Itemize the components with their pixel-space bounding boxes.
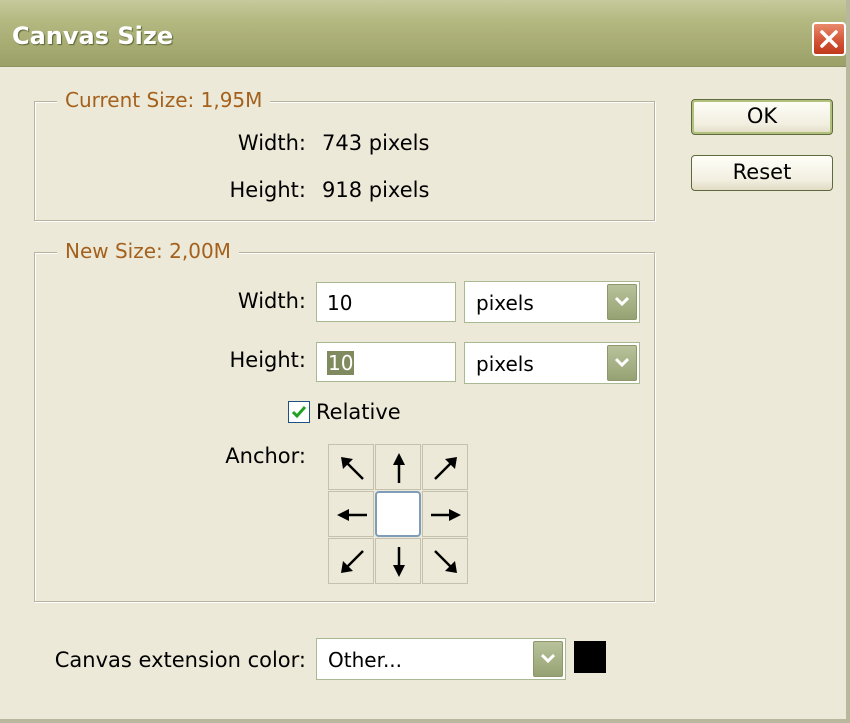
anchor-label: Anchor: bbox=[225, 444, 306, 468]
current-height-label: Height: bbox=[229, 178, 307, 202]
canvas-size-dialog: Canvas Size Current Size: 1,95M Width: 7… bbox=[0, 0, 850, 723]
arrow-left-icon[interactable] bbox=[328, 491, 374, 537]
current-size-legend: Current Size: 1,95M bbox=[57, 88, 271, 112]
current-height-value: 918 pixels bbox=[322, 178, 430, 202]
extension-color-label: Canvas extension color: bbox=[54, 648, 306, 672]
new-size-legend: New Size: 2,00M bbox=[57, 239, 239, 263]
width-unit-select[interactable]: pixels bbox=[464, 281, 640, 323]
chevron-down-icon[interactable] bbox=[607, 284, 637, 320]
close-icon bbox=[820, 30, 838, 48]
arrow-down-right-icon[interactable] bbox=[422, 538, 468, 584]
chevron-down-icon[interactable] bbox=[607, 345, 637, 381]
new-width-label: Width: bbox=[237, 289, 306, 313]
current-size-group: Current Size: 1,95M bbox=[34, 88, 655, 221]
arrow-up-right-icon[interactable] bbox=[422, 444, 468, 490]
current-width-label: Width: bbox=[237, 131, 306, 155]
title-bar[interactable]: Canvas Size bbox=[0, 0, 846, 67]
extension-color-select[interactable]: Other... bbox=[316, 638, 566, 680]
arrow-up-left-icon[interactable] bbox=[328, 444, 374, 490]
extension-color-value: Other... bbox=[328, 648, 403, 672]
width-unit-value: pixels bbox=[476, 291, 534, 315]
width-input[interactable]: 10 bbox=[316, 282, 456, 322]
close-button[interactable] bbox=[812, 22, 846, 56]
anchor-center[interactable] bbox=[375, 491, 421, 537]
arrow-down-left-icon[interactable] bbox=[328, 538, 374, 584]
height-input[interactable]: 10 bbox=[316, 342, 456, 382]
width-input-value: 10 bbox=[327, 291, 353, 315]
arrow-down-icon[interactable] bbox=[375, 538, 421, 584]
chevron-down-icon[interactable] bbox=[533, 641, 563, 677]
height-unit-value: pixels bbox=[476, 352, 534, 376]
anchor-grid bbox=[328, 444, 469, 585]
ok-button[interactable]: OK bbox=[691, 99, 833, 135]
extension-color-swatch[interactable] bbox=[574, 641, 606, 673]
dialog-title: Canvas Size bbox=[12, 22, 174, 50]
reset-button[interactable]: Reset bbox=[691, 155, 833, 191]
new-height-label: Height: bbox=[229, 348, 307, 372]
height-unit-select[interactable]: pixels bbox=[464, 342, 640, 384]
checkmark-icon bbox=[291, 406, 307, 419]
height-input-value: 10 bbox=[327, 351, 355, 375]
arrow-right-icon[interactable] bbox=[422, 491, 468, 537]
relative-label[interactable]: Relative bbox=[316, 400, 401, 424]
current-width-value: 743 pixels bbox=[322, 131, 430, 155]
relative-checkbox[interactable] bbox=[288, 401, 310, 423]
arrow-up-icon[interactable] bbox=[375, 444, 421, 490]
